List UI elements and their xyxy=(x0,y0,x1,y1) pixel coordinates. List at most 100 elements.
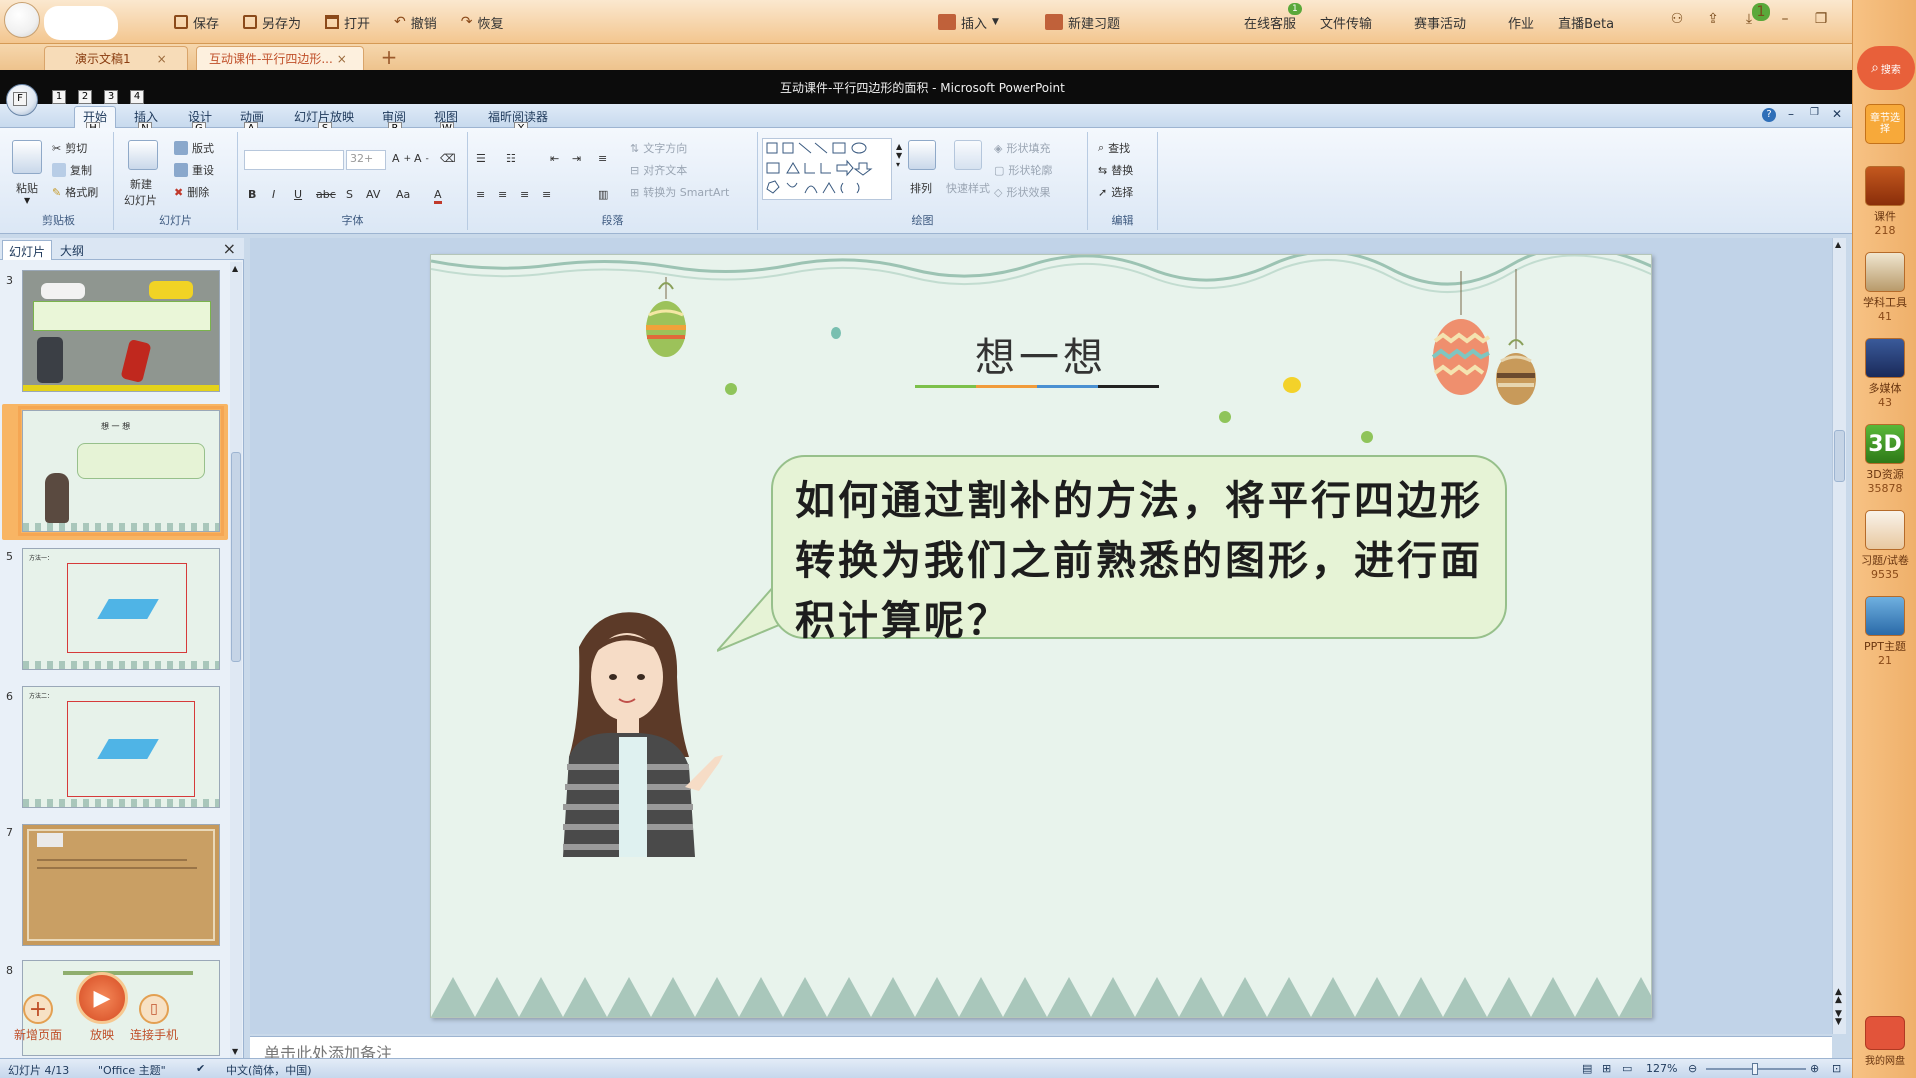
delete-button[interactable]: ✖ 删除 xyxy=(174,184,209,200)
select-button[interactable]: ➚ 选择 xyxy=(1098,184,1133,200)
save-button[interactable]: 保存 xyxy=(162,10,231,34)
search-button[interactable]: ⌕ 搜索 xyxy=(1857,46,1915,90)
zoom-level[interactable]: 127% xyxy=(1646,1062,1677,1075)
tab-close-icon[interactable]: × xyxy=(157,52,167,66)
fit-slide-icon[interactable]: ⊡ xyxy=(1832,1062,1841,1075)
slide-title[interactable]: 想一想 xyxy=(971,325,1111,383)
copy-button[interactable]: 复制 xyxy=(52,162,92,178)
app-logo[interactable] xyxy=(4,2,40,38)
find-button[interactable]: ⌕ 查找 xyxy=(1098,140,1130,156)
save-as-button[interactable]: 另存为 xyxy=(231,10,313,34)
underline-button[interactable]: U xyxy=(294,188,302,201)
open-button[interactable]: 打开 xyxy=(313,10,382,34)
sidebar-item-3d-resources[interactable]: 3D 3D资源 35878 xyxy=(1853,424,1916,495)
align-left-button[interactable]: ≡ xyxy=(476,188,485,201)
reading-view-icon[interactable]: ▭ xyxy=(1622,1062,1632,1075)
new-exercise-button[interactable]: 新建习题 xyxy=(1033,10,1132,34)
paste-icon[interactable] xyxy=(12,140,42,174)
clear-format-button[interactable]: ⌫ xyxy=(440,152,456,165)
ribbon-restore-icon[interactable]: ❐ xyxy=(1810,107,1819,118)
upload-icon[interactable]: ⇪ xyxy=(1704,10,1722,28)
sidebar-item-exercises[interactable]: 习题/试卷 9535 xyxy=(1853,510,1916,581)
sidebar-item-ppt-themes[interactable]: PPT主题 21 xyxy=(1853,596,1916,667)
quick-styles-button[interactable]: 快速样式 xyxy=(946,180,990,196)
new-slide-icon[interactable] xyxy=(128,140,158,170)
columns-button[interactable]: ▥ xyxy=(598,188,608,201)
tab-close-icon[interactable]: × xyxy=(337,52,347,66)
editor-scrollbar[interactable]: ▲ ▲ ▲ ▼ ▼ xyxy=(1832,238,1846,1034)
slide-thumbnail-7[interactable] xyxy=(22,824,220,946)
homework-button[interactable]: 作业 xyxy=(1496,10,1546,34)
speech-bubble[interactable]: 如何通过割补的方法，将平行四边形转换为我们之前熟悉的图形，进行面积计算呢？ xyxy=(771,455,1507,644)
scroll-thumb[interactable] xyxy=(231,452,241,662)
tab-slides[interactable]: 幻灯片 xyxy=(2,240,53,260)
shape-outline-button[interactable]: ▢ 形状轮廓 xyxy=(994,162,1052,178)
zoom-in-icon[interactable]: ⊕ xyxy=(1810,1062,1819,1075)
arrange-icon[interactable] xyxy=(908,140,936,170)
numbering-button[interactable]: ☷ xyxy=(506,152,516,165)
zoom-out-icon[interactable]: ⊖ xyxy=(1688,1062,1697,1075)
play-button[interactable]: ▶ 放映 xyxy=(76,972,128,1043)
download-icon[interactable]: ⤓ 1 xyxy=(1740,3,1770,28)
restore-icon[interactable]: ❐ xyxy=(1812,10,1830,28)
grow-font-button[interactable]: A + xyxy=(392,152,411,165)
bold-button[interactable]: B xyxy=(248,188,256,201)
events-button[interactable]: 赛事活动 xyxy=(1402,10,1478,34)
help-icon[interactable]: ? xyxy=(1762,108,1776,122)
shadow-button[interactable]: S xyxy=(346,188,353,201)
normal-view-icon[interactable]: ▤ xyxy=(1582,1062,1592,1075)
justify-button[interactable]: ≡ xyxy=(542,188,551,201)
chapter-select-button[interactable]: 章节选择 xyxy=(1865,104,1905,144)
smartart-button[interactable]: ⊞ 转换为 SmartArt xyxy=(630,184,729,200)
bullets-button[interactable]: ☰ xyxy=(476,152,486,165)
live-button[interactable]: 直播Beta xyxy=(1546,10,1626,34)
sidebar-item-courseware[interactable]: 课件 218 xyxy=(1853,166,1916,237)
slide-thumbnail-3[interactable] xyxy=(22,270,220,392)
file-transfer-button[interactable]: 文件传输 xyxy=(1308,10,1384,34)
doc-tab-courseware[interactable]: 互动课件-平行四边形... × xyxy=(196,46,364,70)
add-tab-button[interactable]: + xyxy=(376,47,402,68)
shapes-gallery[interactable] xyxy=(762,138,892,200)
scroll-thumb[interactable] xyxy=(1834,430,1845,482)
zoom-slider-handle[interactable] xyxy=(1752,1063,1758,1075)
next-slide-icon[interactable]: ▼ ▼ xyxy=(1835,1010,1842,1027)
minimize-icon[interactable]: – xyxy=(1776,10,1794,28)
close-icon[interactable]: × xyxy=(223,239,236,258)
current-slide[interactable]: 想一想 如何通过割补的方法，将平行四边形转换为我们之前熟悉的图形，进行面积计算呢… xyxy=(430,254,1652,1018)
undo-button[interactable]: ↶ 撤销 xyxy=(382,10,449,34)
cut-button[interactable]: ✂ 剪切 xyxy=(52,140,87,156)
reset-button[interactable]: 重设 xyxy=(174,162,214,178)
shape-fill-button[interactable]: ◈ 形状填充 xyxy=(994,140,1050,156)
redo-button[interactable]: ↷ 恢复 xyxy=(449,10,516,34)
new-slide-button[interactable]: 新建 xyxy=(130,176,152,192)
font-color-button[interactable]: A xyxy=(434,188,442,204)
scroll-up-icon[interactable]: ▲ xyxy=(1835,240,1841,249)
italic-button[interactable]: I xyxy=(272,188,275,201)
slide-thumbnail-5[interactable]: 方法一： xyxy=(22,548,220,670)
my-cloud-button[interactable]: 我的网盘 xyxy=(1853,1016,1916,1067)
align-center-button[interactable]: ≡ xyxy=(498,188,507,201)
scroll-down-icon[interactable]: ▼ xyxy=(232,1047,238,1056)
strike-button[interactable]: abc xyxy=(316,188,336,201)
gallery-scroll[interactable]: ▲ ▼ ▾ xyxy=(896,142,902,169)
spacing-button[interactable]: AV xyxy=(366,188,380,201)
scroll-up-icon[interactable]: ▲ xyxy=(232,264,238,273)
panel-scrollbar[interactable]: ▲ ▼ xyxy=(230,262,242,1058)
connect-phone-button[interactable]: ▯ 连接手机 xyxy=(130,994,178,1043)
slide-thumbnail-6[interactable]: 方法二： xyxy=(22,686,220,808)
font-size-select[interactable]: 32+ xyxy=(346,150,386,170)
prev-slide-icon[interactable]: ▲ ▲ xyxy=(1835,988,1842,1005)
align-text-button[interactable]: ⊟ 对齐文本 xyxy=(630,162,687,178)
doc-tab-presentation1[interactable]: 演示文稿1 × xyxy=(44,46,188,70)
increase-indent-button[interactable]: ⇥ xyxy=(572,152,581,165)
quick-styles-icon[interactable] xyxy=(954,140,982,170)
replace-button[interactable]: ⇆ 替换 xyxy=(1098,162,1133,178)
layout-button[interactable]: 版式 xyxy=(174,140,214,156)
new-slide-button-2[interactable]: 幻灯片 xyxy=(124,192,157,208)
sidebar-item-subject-tools[interactable]: 学科工具 41 xyxy=(1853,252,1916,323)
insert-menu-button[interactable]: 插入 ▼ xyxy=(926,10,1011,34)
slide-thumbnail-4[interactable]: 想 一 想 xyxy=(18,406,224,536)
arrange-button[interactable]: 排列 xyxy=(910,180,932,196)
ribbon-close-icon[interactable]: ✕ xyxy=(1832,107,1842,121)
format-painter-button[interactable]: ✎ 格式刷 xyxy=(52,184,98,200)
